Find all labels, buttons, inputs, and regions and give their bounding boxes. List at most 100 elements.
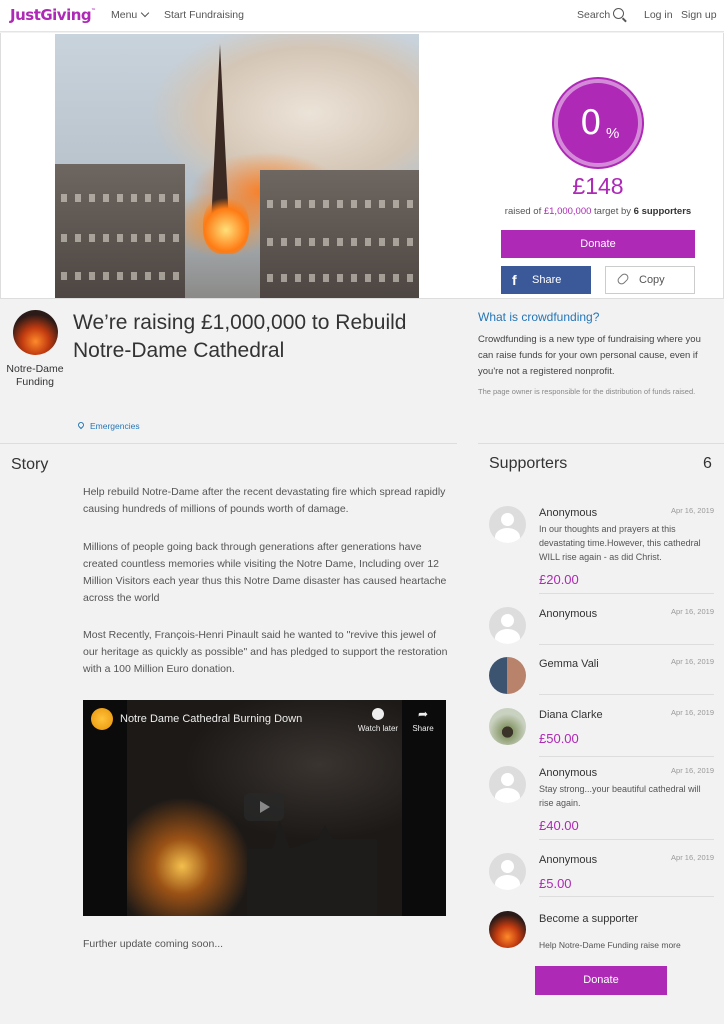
supporters-count: 6 supporters [633, 206, 692, 217]
anonymous-avatar [489, 506, 526, 543]
category-label: Emergencies [90, 421, 140, 431]
login-link[interactable]: Log in [644, 9, 673, 21]
donation-date: Apr 16, 2019 [671, 607, 714, 616]
watch-later-button[interactable]: Watch later [356, 708, 400, 733]
progress-percent-sign: % [606, 125, 620, 142]
divider [539, 593, 714, 594]
story-heading: Story [11, 456, 49, 473]
target-by: target by [594, 206, 632, 217]
crowdfunding-heading: What is crowdfunding? [478, 310, 600, 324]
story-paragraph: Millions of people going back through ge… [83, 541, 447, 604]
divider [478, 443, 724, 444]
cathedral-silhouette [247, 820, 377, 916]
donation-date: Apr 16, 2019 [671, 853, 714, 862]
supporter-item: Diana Clarke Apr 16, 2019 £50.00 [489, 708, 714, 758]
donation-amount: £20.00 [539, 572, 579, 587]
fire-glow [203, 194, 249, 254]
video-share-label: Share [412, 724, 434, 733]
supporter-message: In our thoughts and prayers at this deva… [539, 524, 701, 562]
crowdfunding-description: Crowdfunding is a new type of fundraisin… [478, 334, 701, 377]
supporter-name: Anonymous [539, 608, 598, 620]
supporters-total: 6 [703, 455, 712, 472]
copy-link-button[interactable]: Copy [605, 266, 695, 294]
anonymous-avatar [489, 766, 526, 803]
start-fundraising-link[interactable]: Start Fundraising [164, 9, 244, 21]
anonymous-avatar [489, 607, 526, 644]
supporter-photo-avatar [489, 657, 526, 694]
embedded-video[interactable]: Notre Dame Cathedral Burning Down Watch … [83, 700, 446, 916]
video-title[interactable]: Notre Dame Cathedral Burning Down [120, 713, 302, 725]
divider [539, 756, 714, 757]
facebook-icon: f [512, 272, 517, 288]
search-icon[interactable] [613, 8, 624, 19]
story-footer: Further update coming soon... [83, 938, 224, 950]
become-supporter-title: Become a supporter [539, 913, 639, 925]
building-windows [267, 200, 415, 208]
hero-image [55, 34, 419, 298]
owner-avatar[interactable] [13, 310, 58, 355]
progress-circle: 0 % [554, 79, 642, 167]
divider [539, 896, 714, 897]
donate-button-bottom[interactable]: Donate [535, 966, 667, 995]
divider [539, 839, 714, 840]
donation-date: Apr 16, 2019 [671, 708, 714, 717]
donation-date: Apr 16, 2019 [671, 766, 714, 775]
hero-section: 0 % £148 raised of £1,000,000 target by … [0, 33, 724, 299]
supporter-item: Anonymous Apr 16, 2019 Stay strong...you… [489, 766, 714, 841]
donation-amount: £50.00 [539, 731, 579, 746]
link-icon [615, 271, 631, 287]
menu-label: Menu [111, 9, 138, 21]
share-label: Share [532, 274, 562, 286]
building-windows [267, 274, 415, 282]
page-title: We’re raising £1,000,000 to Rebuild Notr… [73, 311, 407, 362]
building-windows [61, 234, 179, 242]
supporter-photo-avatar [489, 708, 526, 745]
raised-summary: raised of £1,000,000 target by 6 support… [491, 206, 705, 217]
heart-icon [76, 420, 86, 430]
supporter-name: Gemma Vali [539, 658, 599, 670]
donation-amount: £5.00 [539, 876, 572, 891]
donation-date: Apr 16, 2019 [671, 506, 714, 515]
become-supporter-subtitle: Help Notre-Dame Funding raise more [539, 940, 681, 950]
signup-link[interactable]: Sign up [681, 9, 717, 21]
progress-percent: 0 [580, 103, 602, 143]
channel-logo[interactable] [91, 708, 113, 730]
owner-avatar [489, 911, 526, 948]
building-windows [61, 194, 179, 202]
supporter-item: Anonymous Apr 16, 2019 In our thoughts a… [489, 506, 714, 596]
supporter-item: Anonymous Apr 16, 2019 £5.00 [489, 853, 714, 898]
anonymous-avatar [489, 853, 526, 890]
divider [0, 443, 457, 444]
justgiving-logo[interactable]: JustGiving™ [10, 6, 96, 24]
menu-button[interactable]: Menu [111, 8, 150, 21]
crowdfunding-note: The page owner is responsible for the di… [478, 387, 696, 396]
search-link[interactable]: Search [577, 9, 610, 21]
supporter-message: Stay strong...your beautiful cathedral w… [539, 784, 701, 808]
building-windows [267, 238, 415, 246]
video-share-button[interactable]: ➦ Share [405, 708, 441, 733]
owner-name[interactable]: Notre-Dame Funding [5, 363, 65, 389]
supporter-name: Anonymous [539, 507, 598, 519]
clock-icon [372, 708, 384, 720]
raised-amount: £148 [572, 173, 624, 199]
play-button[interactable] [244, 793, 284, 821]
divider [539, 694, 714, 695]
supporter-name: Diana Clarke [539, 709, 603, 721]
facebook-share-button[interactable]: f Share [501, 266, 591, 294]
supporter-item: Gemma Vali Apr 16, 2019 [489, 657, 714, 697]
watch-later-label: Watch later [357, 724, 399, 733]
story-paragraph: Most Recently, François-Henri Pinault sa… [83, 629, 448, 675]
divider [539, 644, 714, 645]
category-link[interactable]: Emergencies [76, 420, 140, 431]
supporters-heading: Supporters [489, 455, 568, 472]
top-navigation-bar: JustGiving™ Menu Start Fundraising Searc… [0, 0, 724, 32]
building-windows [61, 272, 179, 280]
story-paragraph: Help rebuild Notre-Dame after the recent… [83, 486, 446, 515]
donation-date: Apr 16, 2019 [671, 657, 714, 666]
supporter-name: Anonymous [539, 854, 598, 866]
copy-label: Copy [639, 274, 665, 286]
chevron-down-icon [141, 8, 150, 18]
donate-button[interactable]: Donate [501, 230, 695, 258]
share-arrow-icon: ➦ [417, 707, 429, 721]
supporter-name: Anonymous [539, 767, 598, 779]
